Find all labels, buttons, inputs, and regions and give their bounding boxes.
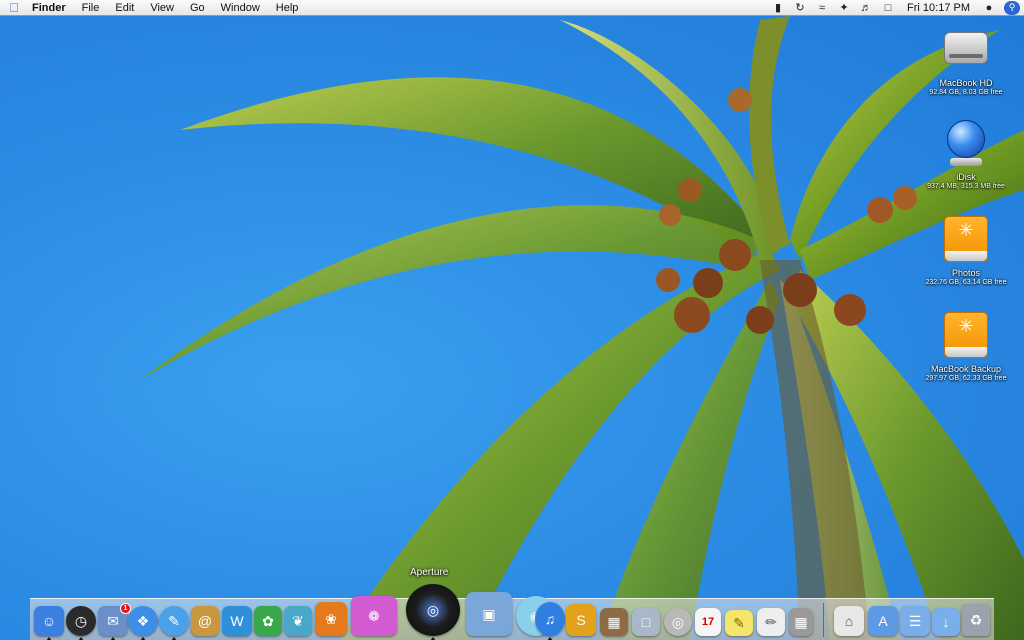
- dock-separator: [823, 603, 824, 637]
- dock-iphoto-icon[interactable]: ▣: [466, 592, 512, 636]
- menu-app-name[interactable]: Finder: [28, 0, 74, 16]
- menu-clock[interactable]: Fri 10:17 PM: [899, 0, 978, 16]
- desktop-icon-macbook-backup[interactable]: ✳ MacBook Backup 297.97 GB, 62.33 GB fre…: [914, 310, 1018, 383]
- sync-icon[interactable]: ↻: [789, 0, 811, 16]
- dock-finder-icon[interactable]: ☺: [34, 606, 64, 640]
- spotlight-icon[interactable]: ⚲: [1004, 0, 1020, 15]
- apple-menu-icon[interactable]: : [0, 0, 28, 16]
- menu-view[interactable]: View: [142, 0, 182, 16]
- dock-applications-folder-icon[interactable]: A: [868, 606, 898, 636]
- menu-help[interactable]: Help: [268, 0, 307, 16]
- desktop-icon-info: 297.97 GB, 62.33 GB free: [925, 375, 1007, 382]
- dock-stickies-icon[interactable]: ✎: [725, 610, 753, 636]
- menu-bar:  Finder File Edit View Go Window Help ▮…: [0, 0, 1024, 16]
- dock-address-book-icon[interactable]: @: [191, 606, 219, 636]
- user-icon[interactable]: ●: [978, 0, 1000, 16]
- dock: ☺ ◷ ✉1 ❖ ✎ @ W ✿ ❦ ❀ ❁ ◎ ▣ ◉ ♫ S ▦ □ ◎ 1…: [30, 584, 994, 640]
- dock-sandvox-icon[interactable]: S: [566, 604, 596, 636]
- dock-butterfly-icon[interactable]: ❁: [351, 596, 397, 636]
- firewire-drive-icon: ✳: [940, 310, 992, 360]
- dock-ical-icon[interactable]: 17: [695, 608, 721, 636]
- hard-drive-icon: [940, 24, 992, 74]
- dock-iweb-icon[interactable]: W: [222, 606, 252, 636]
- wifi-icon[interactable]: ≈: [811, 0, 833, 16]
- desktop-icon-photos[interactable]: ✳ Photos 232.76 GB, 63.14 GB free: [914, 214, 1018, 287]
- firewire-drive-icon: ✳: [940, 214, 992, 264]
- desktop-icon-label: MacBook HD: [939, 78, 993, 88]
- dock-dashboard-icon[interactable]: ◷: [66, 606, 96, 640]
- palm-tree-image: [140, 16, 1024, 640]
- dock-ichat-icon[interactable]: ✎: [159, 606, 189, 640]
- menu-extras: ▮ ↻ ≈ ✦ ♬ □ Fri 10:17 PM ● ⚲: [767, 0, 1024, 16]
- dock-mail-icon[interactable]: ✉ 1: [98, 603, 131, 640]
- dock-box-app-icon[interactable]: □: [632, 608, 660, 636]
- desktop-icon-label: Photos: [951, 268, 981, 278]
- dock-calculator-icon[interactable]: ▦: [789, 608, 813, 636]
- menu-edit[interactable]: Edit: [107, 0, 142, 16]
- menu-file[interactable]: File: [74, 0, 108, 16]
- desktop-icon-info: 92.84 GB, 8.03 GB free: [929, 89, 1003, 96]
- dock-textedit-icon[interactable]: ✏: [757, 608, 785, 636]
- dock-preview-icon[interactable]: ▦: [600, 608, 628, 636]
- desktop-icon-idisk[interactable]: iDisk 937.4 MB, 315.3 MB free: [914, 118, 1018, 191]
- dock-home-folder-icon[interactable]: ⌂: [834, 606, 864, 636]
- dock-itunes-icon[interactable]: ♫: [535, 602, 565, 640]
- menu-window[interactable]: Window: [213, 0, 268, 16]
- dock-aperture-icon[interactable]: ◎: [406, 584, 460, 640]
- menu-go[interactable]: Go: [182, 0, 213, 16]
- dock-tooltip: Aperture: [410, 567, 449, 578]
- idisk-icon: [940, 118, 992, 168]
- ical-date: 17: [701, 616, 715, 628]
- desktop-icon-info: 232.76 GB, 63.14 GB free: [925, 279, 1007, 286]
- display-icon[interactable]: □: [877, 0, 899, 16]
- dock-downloads-folder-icon[interactable]: ↓: [932, 608, 960, 636]
- volume-icon[interactable]: ♬: [855, 0, 877, 16]
- dock-feather-icon[interactable]: ❦: [284, 606, 312, 636]
- desktop-icon-label: MacBook Backup: [930, 364, 1002, 374]
- desktop-icon-info: 937.4 MB, 315.3 MB free: [927, 183, 1005, 190]
- dock-green-app-icon[interactable]: ✿: [254, 606, 282, 636]
- desktop-icon-label: iDisk: [956, 172, 976, 182]
- dock-orange-app-icon[interactable]: ❀: [315, 602, 347, 636]
- dock-trash-icon[interactable]: ♻: [962, 604, 990, 636]
- battery-icon[interactable]: ▮: [767, 0, 789, 16]
- bluetooth-icon[interactable]: ✦: [833, 0, 855, 16]
- desktop-wallpaper: [0, 0, 1024, 640]
- desktop-icon-macbook-hd[interactable]: MacBook HD 92.84 GB, 8.03 GB free: [914, 24, 1018, 97]
- dock-disc-app-icon[interactable]: ◎: [664, 608, 692, 636]
- dock-documents-folder-icon[interactable]: ☰: [900, 606, 930, 636]
- dock-safari-icon[interactable]: ❖: [128, 606, 158, 640]
